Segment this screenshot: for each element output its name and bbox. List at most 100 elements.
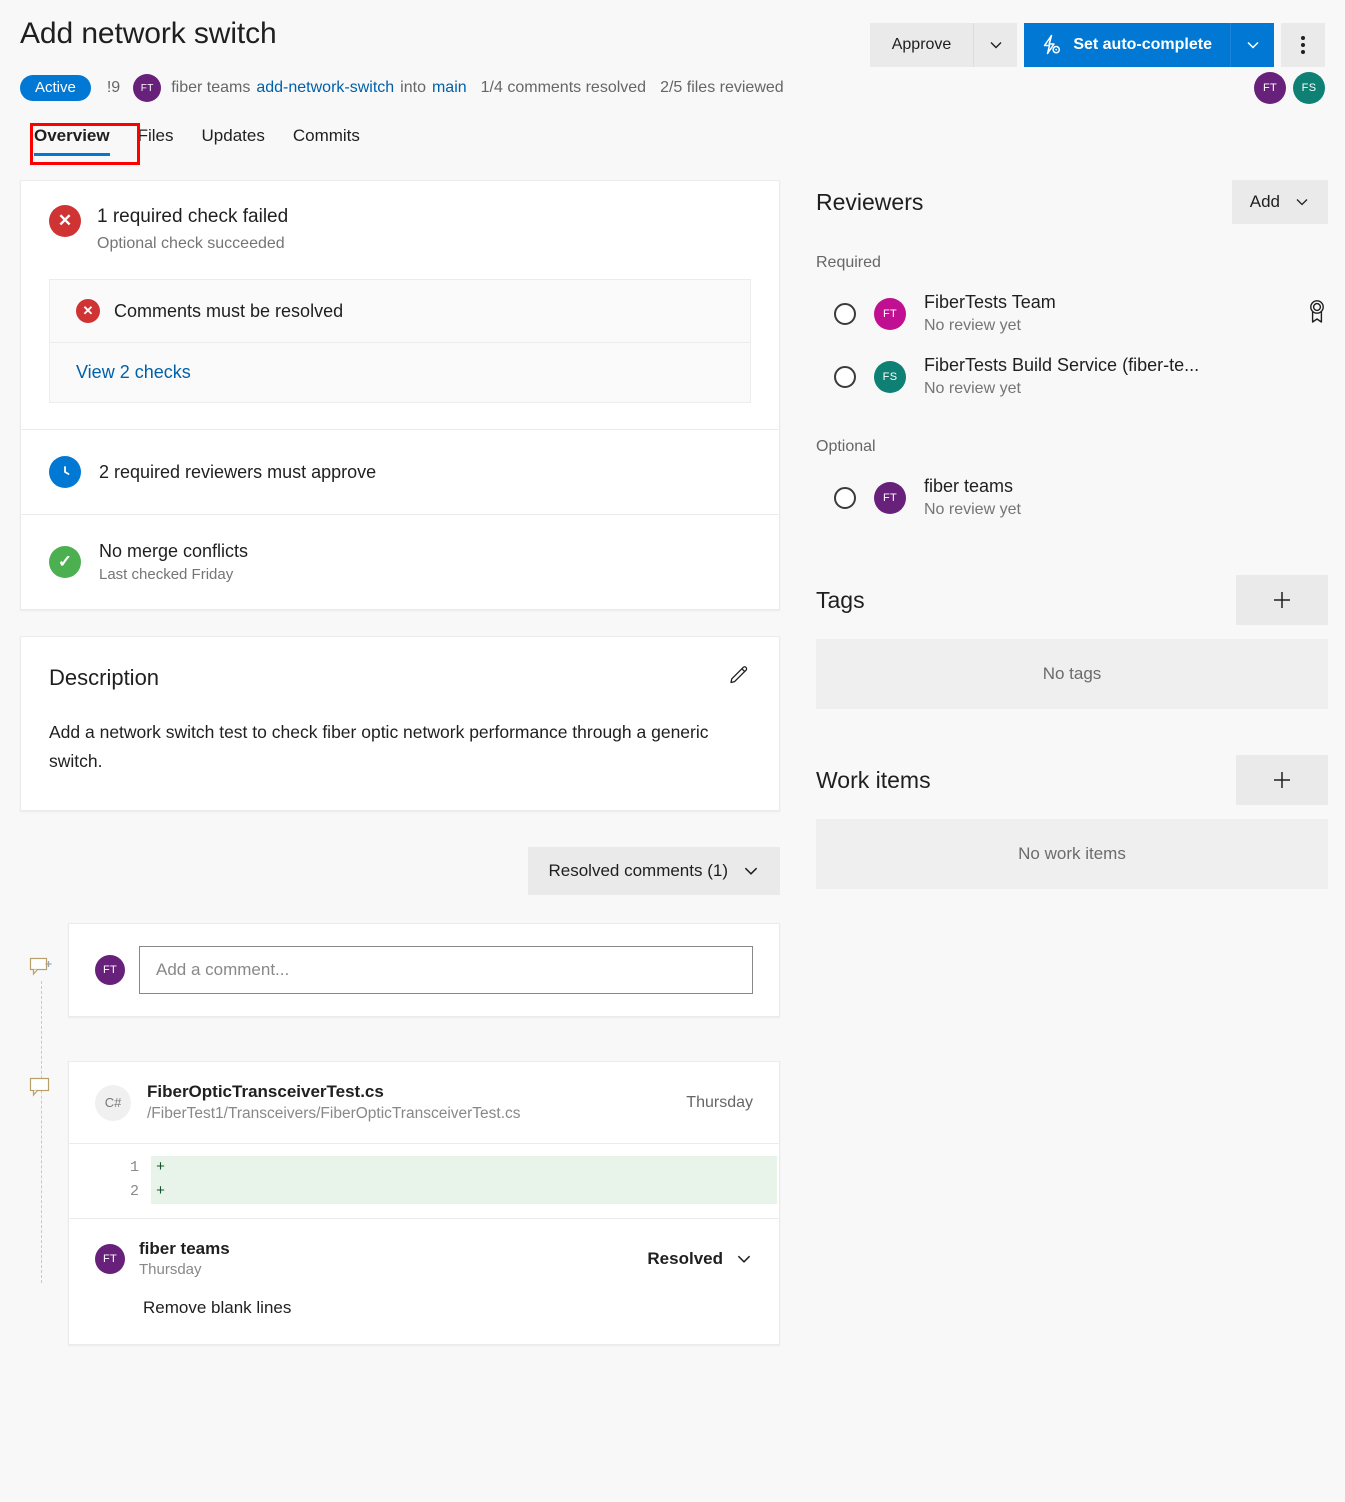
pr-author: fiber teams: [171, 79, 250, 97]
page-header: Add network switch Approve Set: [20, 0, 1325, 67]
header-actions: Approve Set auto-complete: [870, 14, 1325, 67]
reviewer-vote-radio[interactable]: [834, 366, 856, 388]
tab-overview[interactable]: Overview: [20, 119, 124, 156]
set-auto-complete-button[interactable]: Set auto-complete: [1024, 23, 1230, 67]
policy-item-merge-conflicts: ✓ No merge conflicts Last checked Friday: [21, 514, 779, 609]
plus-icon: [1270, 588, 1294, 612]
add-tag-button[interactable]: [1236, 575, 1328, 625]
clock-glyph: [56, 463, 74, 481]
avatar[interactable]: FS: [1293, 72, 1325, 104]
add-reviewer-button[interactable]: Add: [1232, 180, 1328, 224]
thread-status-dropdown[interactable]: Resolved: [647, 1249, 753, 1269]
resolved-comments-button[interactable]: Resolved comments (1): [528, 847, 780, 895]
add-work-item-button[interactable]: [1236, 755, 1328, 805]
error-circle-icon: ✕: [49, 205, 81, 237]
check-circle-icon: ✓: [49, 546, 81, 578]
approve-dropdown-button[interactable]: [973, 23, 1017, 67]
diff-line-number: 2: [69, 1180, 151, 1204]
tab-bar: Overview Files Updates Commits: [20, 119, 1325, 156]
edit-description-button[interactable]: [727, 663, 751, 692]
policy-item-reviewers: 2 required reviewers must approve: [21, 429, 779, 514]
required-reviewer-medal-icon: [1306, 298, 1328, 329]
more-options-button[interactable]: [1281, 23, 1325, 67]
check-item-comments-resolved[interactable]: ✕ Comments must be resolved: [50, 280, 750, 342]
avatar[interactable]: FT: [1254, 72, 1286, 104]
description-card: Description Add a network switch test to…: [20, 636, 780, 811]
diff-line-content: +: [151, 1156, 777, 1180]
work-items-title: Work items: [816, 767, 1236, 794]
reviewer-status: No review yet: [924, 380, 1199, 398]
right-sidebar: Reviewers Add Required FT FiberTests Tea…: [816, 180, 1328, 889]
csharp-file-icon: C#: [95, 1085, 131, 1121]
reviewer-status: No review yet: [924, 501, 1021, 519]
comment-icon: [28, 1075, 54, 1106]
target-branch-link[interactable]: main: [432, 79, 467, 97]
policy-item-sub: Last checked Friday: [99, 566, 248, 583]
tags-empty-state: No tags: [816, 639, 1328, 709]
reviewer-name: FiberTests Team: [924, 292, 1056, 313]
policy-headline: 1 required check failed: [97, 205, 288, 229]
view-checks-row[interactable]: View 2 checks: [50, 342, 750, 402]
more-dot: [1301, 50, 1305, 54]
file-comment-thread: C# FiberOpticTransceiverTest.cs /FiberTe…: [68, 1061, 780, 1345]
add-comment-input[interactable]: [139, 946, 753, 994]
lightning-gear-icon: [1040, 34, 1062, 56]
thread-header[interactable]: C# FiberOpticTransceiverTest.cs /FiberTe…: [69, 1062, 779, 1143]
pull-request-page: Add network switch Approve Set: [0, 0, 1345, 1345]
reviewer-row-fibertests-team[interactable]: FT FiberTests Team No review yet: [816, 282, 1328, 345]
policy-item-title: No merge conflicts: [99, 541, 248, 562]
avatar: FT: [133, 74, 161, 102]
status-badge: Active: [20, 75, 91, 101]
tab-commits[interactable]: Commits: [279, 119, 374, 156]
reviewers-required-label: Required: [816, 254, 1328, 272]
avatar: FT: [95, 955, 125, 985]
auto-complete-dropdown-button[interactable]: [1230, 23, 1274, 67]
policy-item-title: 2 required reviewers must approve: [99, 462, 376, 483]
more-dot: [1301, 36, 1305, 40]
reviewer-vote-radio[interactable]: [834, 303, 856, 325]
add-comment-card: FT: [68, 923, 780, 1017]
policy-summary: ✕ 1 required check failed Optional check…: [21, 181, 779, 259]
files-reviewed-count: 2/5 files reviewed: [660, 79, 784, 97]
reviewer-name: fiber teams: [924, 476, 1021, 497]
chevron-down-icon: [988, 37, 1004, 53]
reviewer-row-fibertests-build-service[interactable]: FS FiberTests Build Service (fiber-te...…: [816, 345, 1328, 408]
diff-line: 1 +: [69, 1156, 779, 1180]
set-auto-complete-label: Set auto-complete: [1073, 36, 1212, 54]
diff-preview: 1 + 2 +: [69, 1143, 779, 1218]
clock-icon: [49, 456, 81, 488]
resolved-comments-bar: Resolved comments (1): [20, 847, 780, 895]
reviewers-title: Reviewers: [816, 189, 1232, 216]
thread-file-name: FiberOpticTransceiverTest.cs: [147, 1082, 521, 1102]
chevron-down-icon: [735, 1250, 753, 1268]
more-dot: [1301, 43, 1305, 47]
comments-resolved-count: 1/4 comments resolved: [481, 79, 646, 97]
into-label: into: [400, 79, 426, 97]
policy-card: ✕ 1 required check failed Optional check…: [20, 180, 780, 610]
plus-icon: [1270, 768, 1294, 792]
main-content: ✕ 1 required check failed Optional check…: [20, 180, 1325, 1345]
reviewer-name: FiberTests Build Service (fiber-te...: [924, 355, 1199, 376]
resolved-comments-label: Resolved comments (1): [548, 861, 728, 881]
view-checks-link[interactable]: View 2 checks: [76, 362, 191, 383]
approve-button[interactable]: Approve: [870, 23, 974, 67]
avatar: FT: [95, 1244, 125, 1274]
page-title: Add network switch: [20, 14, 870, 54]
tab-files[interactable]: Files: [124, 119, 188, 156]
reviewer-row-fiber-teams[interactable]: FT fiber teams No review yet: [816, 466, 1328, 529]
chevron-down-icon: [1245, 37, 1261, 53]
work-items-empty-state: No work items: [816, 819, 1328, 889]
avatar: FT: [874, 298, 906, 330]
tab-updates[interactable]: Updates: [188, 119, 279, 156]
source-branch-link[interactable]: add-network-switch: [256, 79, 394, 97]
diff-line-number: 1: [69, 1156, 151, 1180]
reviewer-vote-radio[interactable]: [834, 487, 856, 509]
comment-stream: FT C# FiberOpticTransceiverTest.cs /Fibe…: [20, 923, 780, 1345]
description-header: Description: [49, 663, 751, 692]
reviewers-optional-label: Optional: [816, 438, 1328, 456]
approve-split-button: Approve: [870, 23, 1018, 67]
reviewers-header: Reviewers Add: [816, 180, 1328, 224]
thread-comment-date: Thursday: [139, 1261, 230, 1278]
tags-header: Tags: [816, 575, 1328, 625]
auto-complete-split-button: Set auto-complete: [1024, 23, 1274, 67]
